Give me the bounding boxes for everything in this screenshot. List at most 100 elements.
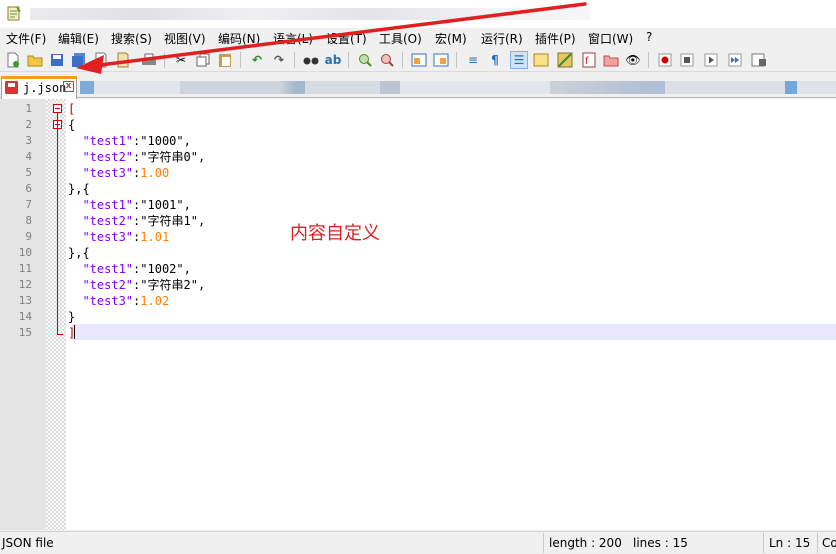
new-file-icon[interactable] — [4, 51, 22, 69]
line-number: 14 — [18, 310, 32, 323]
undo-icon[interactable]: ↶ — [248, 51, 266, 69]
menu-file[interactable]: 文件(F) — [6, 30, 46, 47]
redo-icon[interactable]: ↷ — [270, 51, 288, 69]
code-line: "test1":"1002", — [68, 261, 191, 277]
toolbar-separator — [294, 52, 295, 68]
sync-horizontal-icon[interactable] — [432, 51, 450, 69]
fold-line — [57, 113, 58, 334]
json-string-value: "1001", — [140, 198, 191, 212]
status-column: Co — [822, 536, 836, 550]
json-number-value: 1.01 — [140, 230, 170, 244]
code-token: { — [68, 118, 76, 132]
unsaved-file-icon — [5, 81, 18, 94]
find-icon[interactable] — [302, 51, 320, 69]
code-line: "test2":"字符串2", — [68, 277, 205, 293]
print-icon[interactable] — [140, 51, 158, 69]
notepad-app-icon — [7, 6, 21, 21]
run-macro-multiple-icon[interactable] — [726, 51, 744, 69]
status-file-type: JSON file — [2, 536, 54, 550]
save-macro-icon[interactable] — [750, 51, 768, 69]
open-file-icon[interactable] — [26, 51, 44, 69]
code-line: "test1":"1000", — [68, 133, 191, 149]
monitoring-eye-icon[interactable]: 👁 — [624, 51, 642, 69]
zoom-out-icon[interactable] — [378, 51, 396, 69]
menu-encoding[interactable]: 编码(N) — [218, 30, 260, 47]
tab-bar: j.json x — [0, 76, 836, 99]
cut-icon[interactable]: ✂ — [172, 51, 190, 69]
other-tabs-blurred — [80, 81, 836, 94]
menu-view[interactable]: 视图(V) — [164, 30, 206, 47]
fold-toggle-icon[interactable] — [53, 104, 62, 113]
toolbar-separator — [348, 52, 349, 68]
paste-icon[interactable] — [216, 51, 234, 69]
status-bar: JSON file length : 200 lines : 15 Ln : 1… — [0, 531, 836, 554]
line-number: 9 — [25, 230, 32, 243]
json-key: "test2" — [68, 150, 134, 164]
line-number: 3 — [25, 134, 32, 147]
json-key: "test3" — [68, 166, 134, 180]
line-number: 8 — [25, 214, 32, 227]
line-number: 7 — [25, 198, 32, 211]
toolbar-separator — [402, 52, 403, 68]
line-number: 4 — [25, 150, 32, 163]
menu-window[interactable]: 窗口(W) — [588, 30, 633, 47]
json-string-value: "字符串0", — [140, 150, 206, 164]
replace-icon[interactable]: ab — [324, 51, 342, 69]
code-line: },{ — [68, 246, 90, 260]
show-all-chars-icon[interactable]: ¶ — [486, 51, 504, 69]
line-number: 2 — [25, 118, 32, 131]
code-line: "test3":1.00 — [68, 165, 169, 181]
menu-tools[interactable]: 工具(O) — [379, 30, 422, 47]
function-list-icon[interactable]: f — [580, 51, 598, 69]
line-number-gutter: 1 2 3 4 5 6 7 8 9 10 11 12 13 14 15 — [0, 99, 46, 530]
menu-run[interactable]: 运行(R) — [481, 30, 523, 47]
line-number: 15 — [18, 326, 32, 339]
title-bar — [0, 0, 836, 28]
close-file-icon[interactable] — [92, 51, 110, 69]
save-all-icon[interactable] — [70, 51, 88, 69]
menu-search[interactable]: 搜索(S) — [111, 30, 152, 47]
json-string-value: "字符串2", — [140, 278, 206, 292]
code-line: "test1":"1001", — [68, 197, 191, 213]
json-key: "test2" — [68, 214, 134, 228]
word-wrap-icon[interactable]: ≡ — [464, 51, 482, 69]
stop-macro-icon[interactable] — [678, 51, 696, 69]
menu-edit[interactable]: 编辑(E) — [58, 30, 99, 47]
code-line: },{ — [68, 182, 90, 196]
menu-plugins[interactable]: 插件(P) — [535, 30, 576, 47]
sync-vertical-icon[interactable] — [410, 51, 428, 69]
code-line: { — [68, 117, 75, 133]
code-line: [ — [68, 101, 75, 117]
line-number: 13 — [18, 294, 32, 307]
tab-j-json[interactable]: j.json x — [1, 76, 77, 99]
status-lines: lines : 15 — [633, 536, 688, 550]
save-icon[interactable] — [48, 51, 66, 69]
code-line: "test3":1.02 — [68, 293, 169, 309]
svg-text:f: f — [585, 56, 589, 67]
record-macro-icon[interactable] — [656, 51, 674, 69]
editor-area[interactable]: 1 2 3 4 5 6 7 8 9 10 11 12 13 14 15 [ { … — [0, 99, 836, 530]
doc-map-icon[interactable] — [556, 51, 574, 69]
menu-language[interactable]: 语言(L) — [273, 30, 313, 47]
menu-macro[interactable]: 宏(M) — [435, 30, 467, 47]
close-all-icon[interactable] — [114, 51, 132, 69]
tab-close-icon[interactable]: x — [63, 81, 74, 92]
toolbar-separator — [648, 52, 649, 68]
json-key: "test3" — [68, 294, 134, 308]
folder-workspace-icon[interactable] — [602, 51, 620, 69]
json-string-value: "1002", — [140, 262, 191, 276]
json-string-value: "1000", — [140, 134, 191, 148]
menu-bar: 文件(F) 编辑(E) 搜索(S) 视图(V) 编码(N) 语言(L) 设置(T… — [0, 28, 836, 48]
copy-icon[interactable] — [194, 51, 212, 69]
menu-help[interactable]: ? — [646, 30, 652, 44]
play-macro-icon[interactable] — [702, 51, 720, 69]
code-line: "test3":1.01 — [68, 229, 169, 245]
json-key: "test1" — [68, 134, 134, 148]
menu-settings[interactable]: 设置(T) — [326, 30, 367, 47]
toolbar-separator — [164, 52, 165, 68]
annotation-label: 内容自定义 — [290, 223, 380, 244]
code-line: "test2":"字符串0", — [68, 149, 205, 165]
zoom-in-icon[interactable] — [356, 51, 374, 69]
udl-icon[interactable] — [532, 51, 550, 69]
indent-guide-icon[interactable]: ☰ — [510, 51, 528, 69]
